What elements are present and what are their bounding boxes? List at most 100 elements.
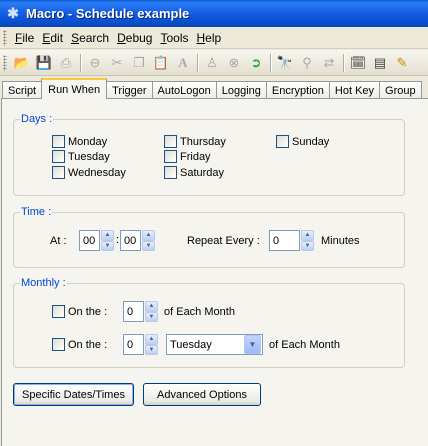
record-icon[interactable]: ♙	[201, 52, 223, 74]
repeat-label: Repeat Every :	[187, 235, 260, 247]
spin-down-icon[interactable]: ▼	[101, 240, 114, 251]
spin-up-icon[interactable]: ▲	[142, 230, 155, 241]
menu-search[interactable]: Search	[67, 29, 113, 47]
checkbox-label: Friday	[180, 150, 211, 163]
toolbar-grip[interactable]	[3, 54, 7, 71]
checkbox-box[interactable]	[52, 338, 65, 351]
checkbox-label: Thursday	[180, 135, 226, 148]
find-icon[interactable]: 🔭	[274, 52, 296, 74]
checkbox-box[interactable]	[164, 150, 177, 163]
checkbox-box[interactable]	[52, 166, 65, 179]
edit-icon[interactable]: ✎	[391, 52, 413, 74]
minutes-label: Minutes	[321, 235, 360, 247]
toolbar-separator	[80, 53, 81, 72]
spin-up-icon[interactable]: ▲	[101, 230, 114, 241]
schedule-icon[interactable]: 🗓	[347, 52, 369, 74]
tab-group[interactable]: Group	[379, 81, 422, 99]
checkbox-box[interactable]	[52, 135, 65, 148]
repeat-spinner[interactable]: 0 ▲ ▼	[269, 230, 314, 251]
monthly-day-suffix: of Each Month	[164, 306, 235, 318]
monthly-week-input[interactable]: 0	[123, 334, 144, 355]
checkbox-label: Wednesday	[68, 166, 126, 179]
checkbox-box[interactable]	[52, 305, 65, 318]
hour-input[interactable]: 00	[79, 230, 100, 251]
checkbox-box[interactable]	[164, 135, 177, 148]
checkbox-box[interactable]	[164, 166, 177, 179]
time-group-label: Time :	[20, 206, 53, 218]
spin-up-icon[interactable]: ▲	[145, 301, 158, 312]
checkbox-label: Saturday	[180, 166, 225, 179]
menu-file[interactable]: File	[11, 29, 38, 47]
cancel-icon[interactable]: ⊗	[223, 52, 245, 74]
advanced-options-button[interactable]: Advanced Options	[143, 383, 261, 406]
replace-icon[interactable]: ⇄	[318, 52, 340, 74]
paste-icon[interactable]: 📋	[150, 52, 172, 74]
specific-dates-button[interactable]: Specific Dates/Times	[13, 383, 134, 406]
tab-strip: Script Run When Trigger AutoLogon Loggin…	[0, 78, 428, 99]
spin-up-icon[interactable]: ▲	[301, 230, 314, 241]
tab-run-when[interactable]: Run When	[41, 78, 108, 99]
checkbox-label: On the :	[68, 305, 108, 318]
toolbar-separator	[270, 53, 271, 72]
repeat-input[interactable]: 0	[269, 230, 300, 251]
tab-logging[interactable]: Logging	[215, 81, 267, 99]
weekday-selected: Tuesday	[170, 338, 212, 351]
monthly-day-checkbox[interactable]: On the :	[52, 305, 107, 318]
checkbox-label: Tuesday	[68, 150, 110, 163]
window-title: Macro - Schedule example	[26, 6, 190, 21]
save-icon[interactable]: 💾	[33, 52, 55, 74]
minute-spinner[interactable]: 00 ▲ ▼	[120, 230, 155, 251]
tab-trigger[interactable]: Trigger	[106, 81, 153, 99]
title-bar[interactable]: ✱ Macro - Schedule example	[0, 0, 428, 27]
monday-checkbox[interactable]: Monday	[52, 135, 107, 148]
checkbox-box[interactable]	[276, 135, 289, 148]
print-icon[interactable]: ⎙	[55, 52, 77, 74]
thursday-checkbox[interactable]: Thursday	[164, 135, 226, 148]
tab-encryption[interactable]: Encryption	[265, 81, 330, 99]
copy-icon[interactable]: ❐	[128, 52, 150, 74]
menu-tools[interactable]: Tools	[156, 29, 192, 47]
font-icon[interactable]: A	[172, 52, 194, 74]
menu-edit[interactable]: Edit	[38, 29, 67, 47]
menu-grip[interactable]	[3, 29, 7, 46]
monthly-weekday-suffix: of Each Month	[269, 339, 340, 351]
spin-down-icon[interactable]: ▼	[142, 240, 155, 251]
menu-help[interactable]: Help	[193, 29, 226, 47]
play-icon[interactable]: ➲	[245, 52, 267, 74]
saturday-checkbox[interactable]: Saturday	[164, 166, 224, 179]
wednesday-checkbox[interactable]: Wednesday	[52, 166, 126, 179]
stop-icon[interactable]: ⊖	[84, 52, 106, 74]
friday-checkbox[interactable]: Friday	[164, 150, 211, 163]
variables-icon[interactable]: ▤	[369, 52, 391, 74]
checkbox-label: Monday	[68, 135, 108, 148]
open-folder-icon[interactable]: 📂	[11, 52, 33, 74]
spin-down-icon[interactable]: ▼	[145, 311, 158, 322]
time-separator: :	[116, 234, 120, 246]
macro-app-icon: ✱	[7, 5, 19, 21]
sunday-checkbox[interactable]: Sunday	[276, 135, 329, 148]
monthly-day-input[interactable]: 0	[123, 301, 144, 322]
tab-autologon[interactable]: AutoLogon	[151, 81, 217, 99]
minute-input[interactable]: 00	[120, 230, 141, 251]
weekday-dropdown[interactable]: Tuesday ▼	[166, 334, 263, 355]
monthly-weekday-checkbox[interactable]: On the :	[52, 338, 107, 351]
toolbar-separator	[343, 53, 344, 72]
chevron-down-icon[interactable]: ▼	[244, 335, 261, 354]
checkbox-box[interactable]	[52, 150, 65, 163]
spin-down-icon[interactable]: ▼	[145, 344, 158, 355]
find-next-icon[interactable]: ⚲	[296, 52, 318, 74]
cut-icon[interactable]: ✂	[106, 52, 128, 74]
checkbox-label: Sunday	[292, 135, 330, 148]
tab-script[interactable]: Script	[2, 81, 43, 99]
monthly-day-spinner[interactable]: 0 ▲ ▼	[123, 301, 158, 322]
spin-up-icon[interactable]: ▲	[145, 334, 158, 345]
spin-down-icon[interactable]: ▼	[301, 240, 314, 251]
menu-bar: File Edit Search Debug Tools Help	[0, 27, 428, 49]
checkbox-label: On the :	[68, 338, 108, 351]
hour-spinner[interactable]: 00 ▲ ▼	[79, 230, 114, 251]
monthly-week-spinner[interactable]: 0 ▲ ▼	[123, 334, 158, 355]
tuesday-checkbox[interactable]: Tuesday	[52, 150, 110, 163]
menu-debug[interactable]: Debug	[113, 29, 156, 47]
monthly-group: Monthly :	[13, 277, 405, 368]
tab-hot-key[interactable]: Hot Key	[328, 81, 381, 99]
